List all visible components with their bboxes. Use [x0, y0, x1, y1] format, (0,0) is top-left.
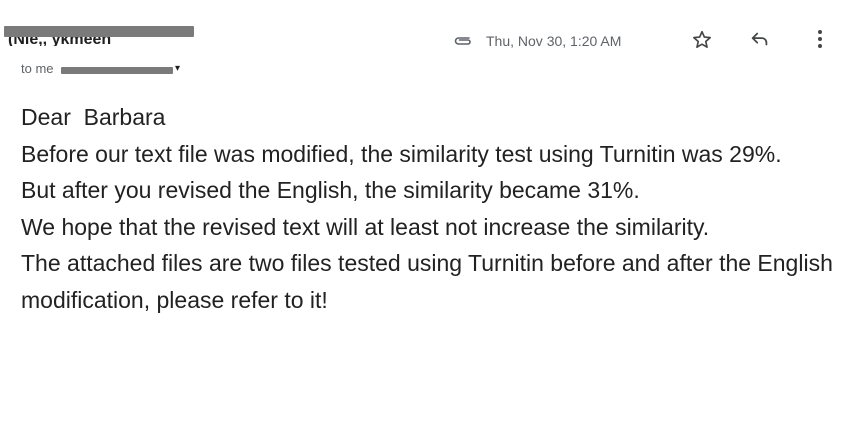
- more-vertical-icon: [817, 29, 823, 54]
- message-meta: Thu, Nov 30, 1:20 AM: [452, 30, 621, 52]
- sender-name-redaction: [4, 26, 194, 37]
- email-paragraph: But after you revised the English, the s…: [21, 177, 640, 203]
- email-paragraph: Before our text file was modified, the s…: [21, 140, 782, 167]
- email-body: Dear Barbara Before our text file was mo…: [21, 99, 836, 318]
- more-options-button[interactable]: [806, 27, 834, 55]
- message-date: Thu, Nov 30, 1:20 AM: [486, 33, 622, 49]
- email-paragraph: We hope that the revised text will at le…: [21, 213, 710, 240]
- reply-icon: [749, 28, 771, 55]
- recipients-dropdown-icon[interactable]: ▾: [175, 63, 180, 74]
- star-icon: [691, 29, 713, 56]
- email-greeting: Dear Barbara: [21, 104, 166, 130]
- sender-name[interactable]: (Nie,, ykmeen: [4, 26, 194, 46]
- email-paragraph: The attached files are two files tested …: [21, 250, 840, 313]
- star-button[interactable]: [688, 28, 716, 56]
- paperclip-icon: [452, 34, 474, 48]
- reply-button[interactable]: [746, 27, 774, 55]
- email-message-view: (Nie,, ykmeen to me ▾ Thu, Nov 30, 1:20 …: [0, 0, 845, 430]
- recipients-redaction: [61, 67, 173, 74]
- recipients-label: to me: [21, 61, 54, 76]
